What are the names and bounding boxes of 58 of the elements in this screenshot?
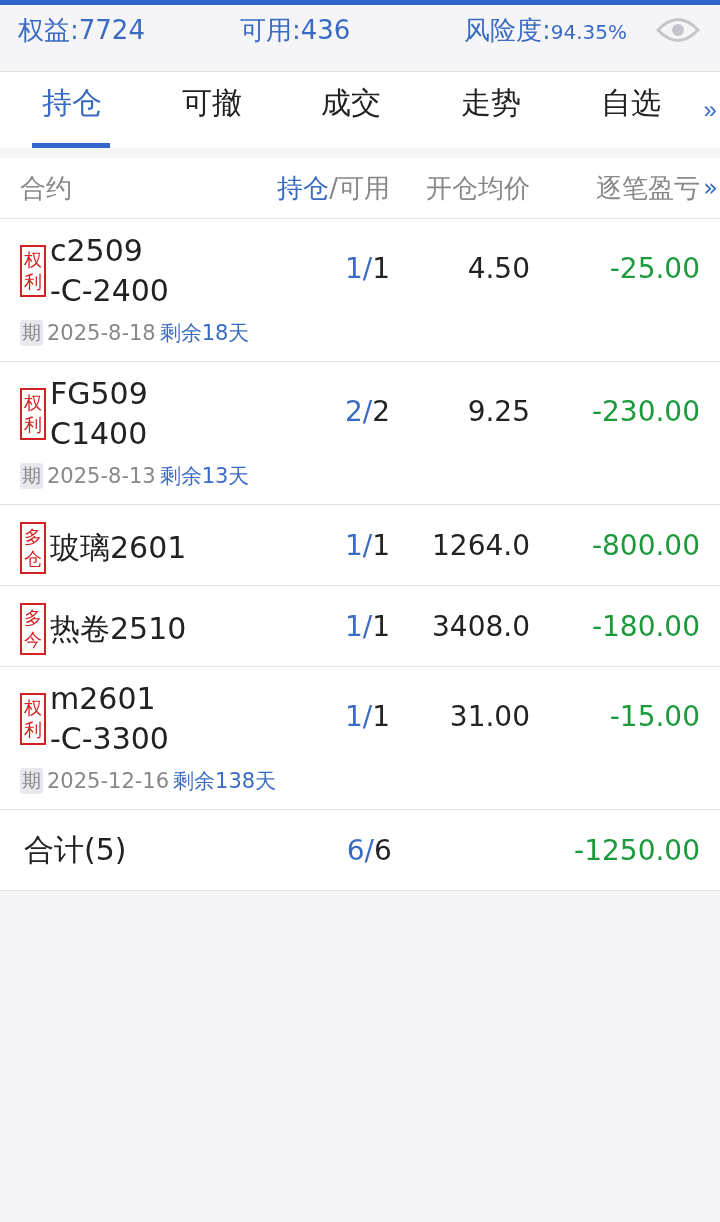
tab[interactable]: 走势 <box>421 72 561 148</box>
avg-price: 9.25 <box>466 394 530 428</box>
avg-price: 31.00 <box>448 699 530 733</box>
summary-value: 可用:436 <box>240 14 352 47</box>
total-position: 6/6 <box>345 833 392 867</box>
days-remaining: 剩余18天 <box>159 320 250 347</box>
total-profit-loss: -1250.00 <box>573 833 700 867</box>
column-header: 开仓均价 <box>425 171 530 205</box>
expiry-tag: 期 <box>20 463 43 489</box>
profit-loss: -180.00 <box>590 609 700 643</box>
expiry-tag: 期 <box>20 320 43 346</box>
summary-value: 权益:7724 <box>18 14 146 47</box>
contract-name: c2509 <box>50 232 144 270</box>
profit-loss: -230.00 <box>590 394 700 428</box>
position-value: 1/1 <box>343 528 390 562</box>
expiry-date: 2025-8-18 <box>47 321 156 345</box>
total-label: 合计(5) <box>23 830 128 869</box>
expiry-tag: 期 <box>20 768 43 794</box>
avg-price: 1264.0 <box>431 528 530 562</box>
days-remaining: 剩余13天 <box>159 463 250 490</box>
profit-loss: -800.00 <box>590 528 700 562</box>
eye-icon[interactable] <box>656 15 700 45</box>
position-tag: 权利 <box>20 245 46 297</box>
contract-name: 热卷2510 <box>50 610 187 648</box>
contract-name: C1400 <box>50 415 148 453</box>
column-header: 合约 <box>20 171 73 205</box>
avg-price: 4.50 <box>466 251 530 285</box>
profit-loss: -15.00 <box>608 699 700 733</box>
contract-name: m2601 <box>50 680 157 718</box>
position-value: 2/2 <box>343 394 390 428</box>
contract-name: -C-2400 <box>50 272 169 310</box>
column-header: 持仓/可用 <box>276 171 390 205</box>
contract-name: 玻璃2601 <box>50 529 187 567</box>
position-row[interactable]: 权利 c2509 -C-2400 1/1 4.50 -25.00 期 2025-8-18 剩余18天 <box>0 219 720 362</box>
contract-name: -C-3300 <box>50 720 169 758</box>
position-value: 1/1 <box>343 609 390 643</box>
days-remaining: 剩余138天 <box>173 768 277 795</box>
tab[interactable]: 自选 <box>560 72 701 148</box>
position-value: 1/1 <box>343 251 390 285</box>
column-header: 逐笔盈亏 <box>595 171 700 205</box>
tab[interactable]: 成交 <box>281 72 422 148</box>
tab[interactable]: 可撤 <box>141 72 282 148</box>
position-tag: 多今 <box>20 603 46 655</box>
more-tabs-button[interactable]: » <box>700 72 720 148</box>
position-tag: 权利 <box>20 693 46 745</box>
more-columns-button[interactable]: » <box>703 174 718 202</box>
position-tag: 多仓 <box>20 522 46 574</box>
position-value: 1/1 <box>343 699 390 733</box>
summary-value: 风险度:94.35% <box>464 14 628 47</box>
tab[interactable]: 持仓 <box>2 72 142 148</box>
contract-name: FG509 <box>50 375 148 413</box>
position-tag: 权利 <box>20 388 46 440</box>
position-row[interactable]: 权利 m2601 -C-3300 1/1 31.00 -15.00 期 2025-12-16 剩余138天 <box>0 667 720 810</box>
avg-price: 3408.0 <box>431 609 530 643</box>
expiry-date: 2025-8-13 <box>47 464 156 488</box>
profit-loss: -25.00 <box>608 251 700 285</box>
position-row[interactable]: 权利 FG509 C1400 2/2 9.25 -230.00 期 2025-8-13 剩余13天 <box>0 362 720 505</box>
expiry-date: 2025-12-16 <box>47 769 170 793</box>
